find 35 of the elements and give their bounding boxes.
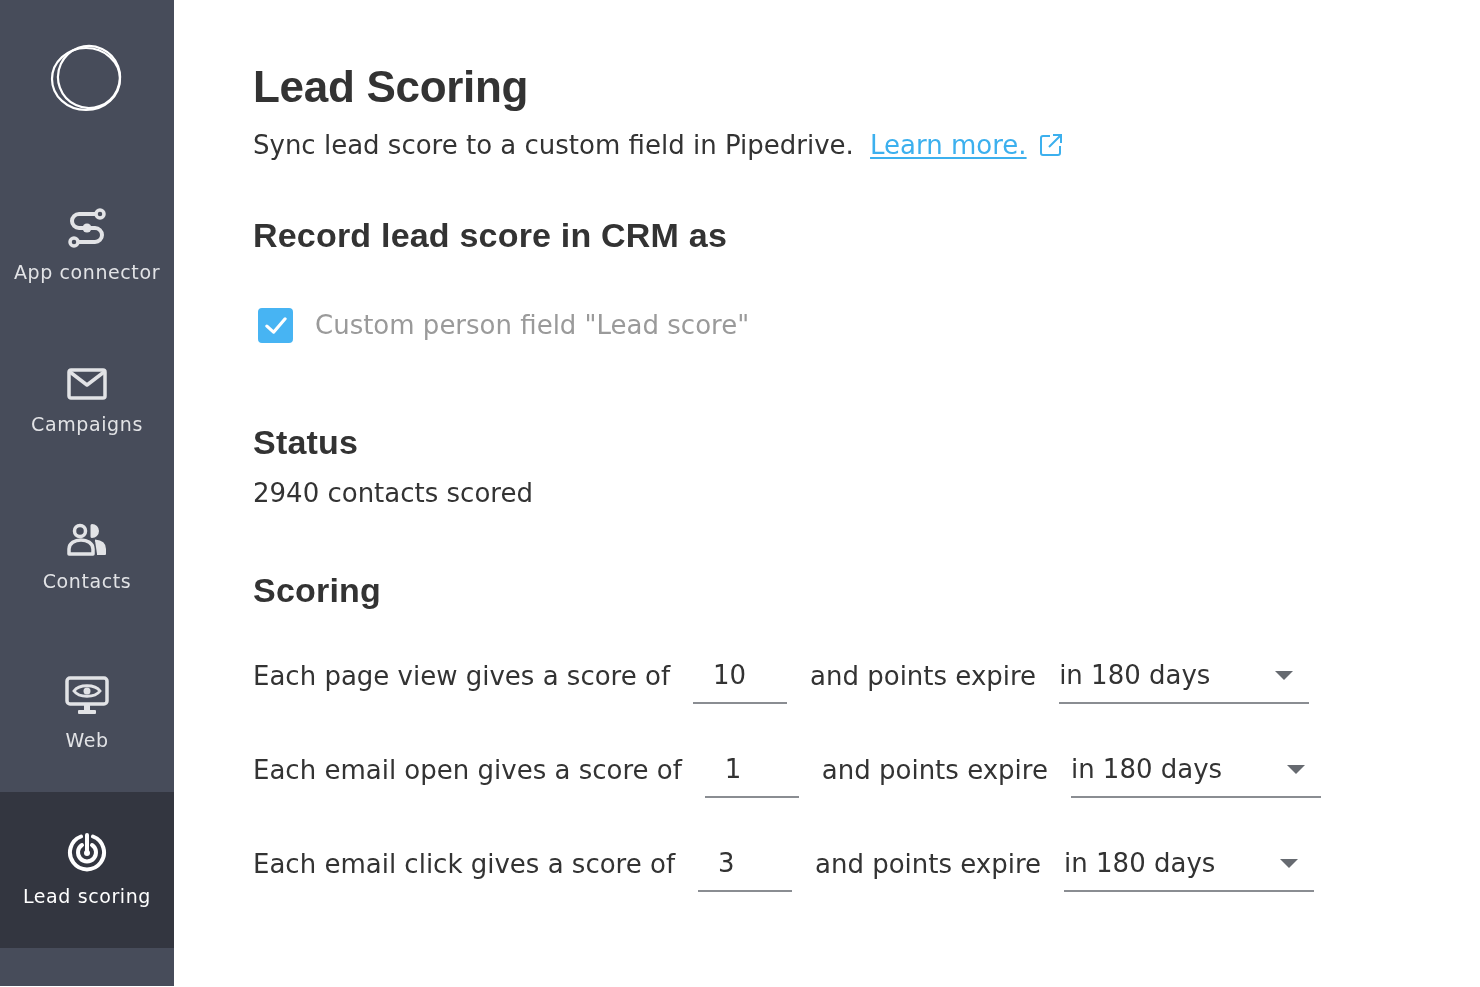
- sidebar-nav-item[interactable]: Contacts: [0, 480, 174, 636]
- score-rule-label: Each page view gives a score of: [253, 661, 671, 691]
- expire-label: and points expire: [821, 755, 1048, 785]
- expire-label: and points expire: [810, 661, 1037, 691]
- description-text: Sync lead score to a custom field in Pipedrive. Learn more.: [253, 128, 1480, 162]
- score-rule-label: Each email click gives a score of: [253, 849, 676, 879]
- checkmark-icon: [264, 316, 287, 334]
- section-heading: Record lead score in CRM as: [253, 215, 728, 255]
- page-title: Lead Scoring: [253, 62, 530, 112]
- caret-icon: [1280, 858, 1299, 868]
- sidebar-nav-item[interactable]: App connector: [0, 168, 174, 324]
- external-link-icon: [1038, 133, 1063, 157]
- checkbox[interactable]: [258, 307, 293, 343]
- sidebar-nav-item[interactable]: Lead scoring: [0, 792, 174, 948]
- caret-icon: [1275, 670, 1294, 680]
- expiry-dropdown[interactable]: in 180 days: [1064, 836, 1315, 892]
- expiry-dropdown[interactable]: in 180 days: [1059, 648, 1310, 704]
- score-rule-label: Each email open gives a score of: [253, 755, 682, 785]
- sidebar-nav-item[interactable]: Web: [0, 636, 174, 792]
- section-heading: Scoring: [253, 570, 382, 610]
- expire-label: and points expire: [815, 849, 1042, 879]
- connector-icon: [67, 208, 107, 248]
- checkbox-label: Custom person field "Lead score": [315, 310, 750, 340]
- sidebar-nav-item[interactable]: Campaigns: [0, 324, 174, 480]
- people-icon: [67, 523, 107, 557]
- score-input[interactable]: 1: [704, 742, 799, 798]
- envelope-icon: [67, 368, 107, 400]
- expiry-dropdown[interactable]: in 180 days: [1070, 742, 1321, 798]
- status-text: 2940 contacts scored: [253, 477, 534, 510]
- score-input[interactable]: 10: [693, 648, 788, 704]
- monitor-eye-icon: [65, 676, 109, 716]
- score-input[interactable]: 3: [698, 836, 793, 892]
- section-heading: Status: [253, 422, 360, 462]
- power-icon: [67, 832, 107, 872]
- caret-icon: [1286, 764, 1305, 774]
